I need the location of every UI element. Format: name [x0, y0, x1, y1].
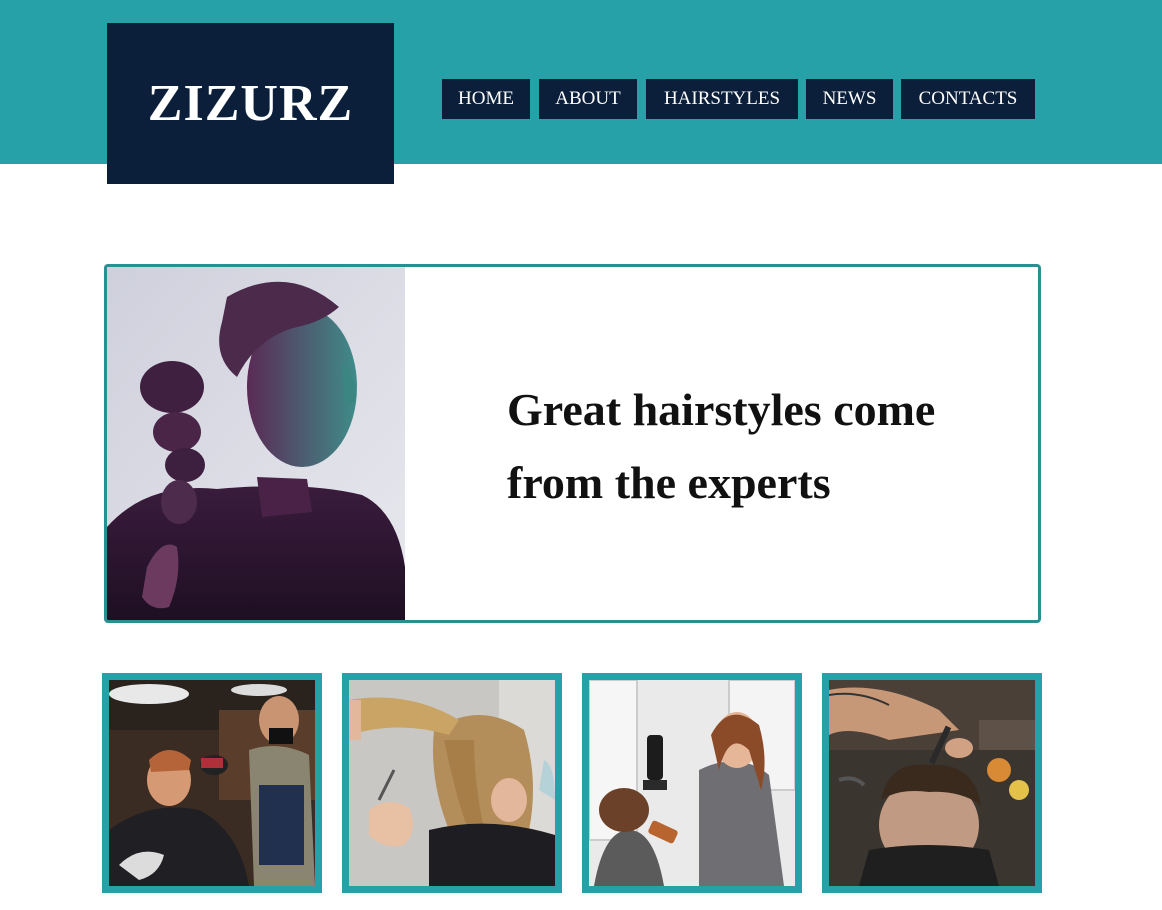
gallery-item-4[interactable]: [822, 673, 1042, 893]
barber-cut-photo: [109, 680, 315, 886]
blow-dry-photo: [589, 680, 795, 886]
nav-home[interactable]: HOME: [442, 79, 530, 119]
hero-heading: Great hairstyles come from the experts: [507, 384, 936, 508]
logo-text: ZIZURZ: [147, 75, 354, 132]
hair-trim-photo: [349, 680, 555, 886]
gallery-item-2[interactable]: [342, 673, 562, 893]
site-logo[interactable]: ZIZURZ: [107, 23, 394, 184]
gallery-item-1[interactable]: [102, 673, 322, 893]
fade-cut-photo: [829, 680, 1035, 886]
nav-about[interactable]: ABOUT: [539, 79, 637, 119]
gallery-item-3[interactable]: [582, 673, 802, 893]
nav-contacts[interactable]: CONTACTS: [901, 79, 1035, 119]
hero-banner: Great hairstyles come from the experts: [104, 264, 1041, 623]
nav-hairstyles[interactable]: HAIRSTYLES: [646, 79, 798, 119]
nav-news[interactable]: NEWS: [806, 79, 893, 119]
hero-portrait-image: [107, 267, 405, 620]
